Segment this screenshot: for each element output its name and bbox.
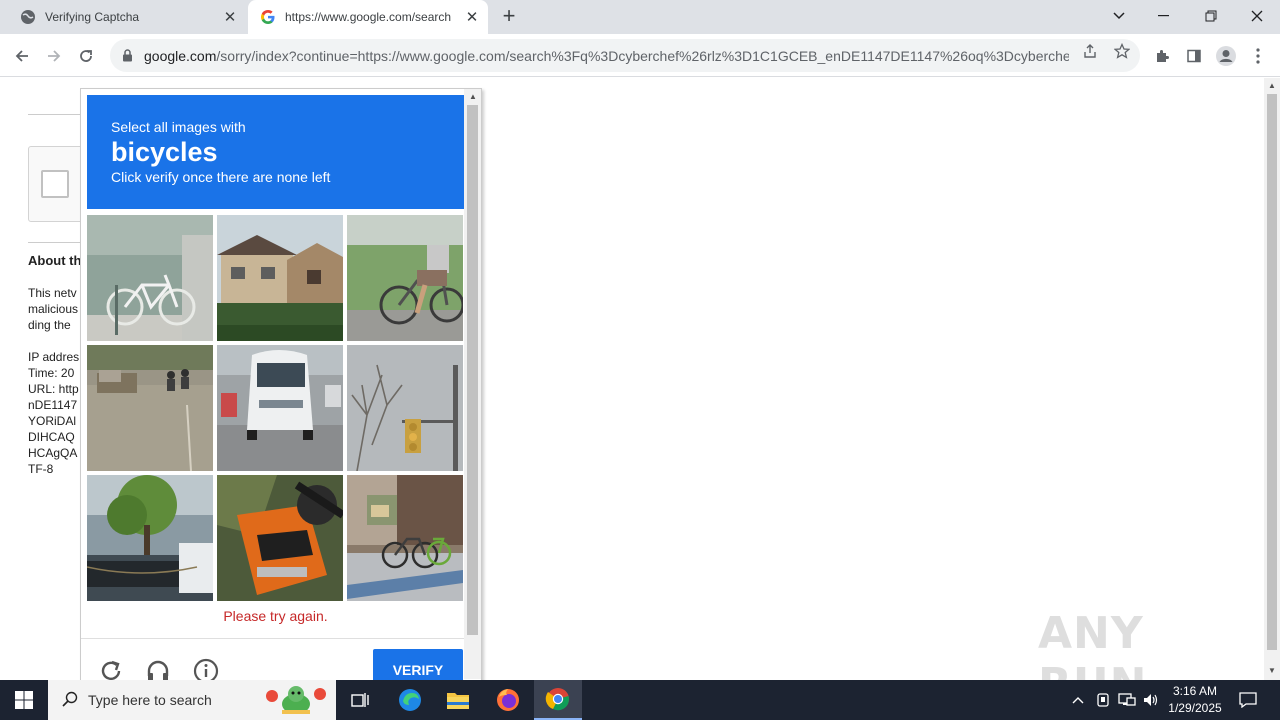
edge-icon[interactable] (386, 680, 434, 720)
clock-date: 1/29/2025 (1168, 701, 1222, 715)
file-explorer-icon[interactable] (434, 680, 482, 720)
info-text-line: Time: 20 (28, 366, 75, 380)
info-text-line: YORiDAl (28, 414, 77, 428)
instruction-subtext: Click verify once there are none left (111, 169, 331, 185)
bookmark-star-icon[interactable] (1113, 42, 1131, 60)
tab-strip: Verifying Captcha ✕ https://www.google.c… (0, 0, 1280, 34)
verify-button[interactable]: VERIFY (373, 649, 463, 680)
chrome-icon[interactable] (534, 680, 582, 720)
url-text: google.com/sorry/index?continue=https://… (144, 47, 1069, 64)
address-bar[interactable]: google.com/sorry/index?continue=https://… (110, 39, 1140, 72)
menu-kebab-icon[interactable] (1246, 44, 1270, 68)
globe-icon (20, 9, 36, 25)
divider (28, 114, 88, 115)
volume-icon[interactable] (1141, 690, 1161, 710)
recaptcha-checkbox[interactable] (41, 170, 69, 198)
screen: Verifying Captcha ✕ https://www.google.c… (0, 0, 1280, 720)
scroll-up-icon[interactable]: ▲ (469, 92, 477, 101)
taskbar-search-box[interactable]: Type here to search (48, 680, 336, 720)
info-text-line: DIHCAQ (28, 430, 75, 444)
minimize-icon[interactable] (1150, 4, 1178, 28)
challenge-header: Select all images with bicycles Click ve… (87, 95, 464, 209)
restore-icon[interactable] (1197, 4, 1225, 28)
instruction-text: Select all images with (111, 119, 246, 135)
tab-verifying-captcha[interactable]: Verifying Captcha ✕ (8, 0, 246, 34)
challenge-scrollbar[interactable]: ▲ (464, 89, 481, 679)
image-tile-houses[interactable] (217, 215, 343, 341)
lock-icon[interactable] (122, 49, 136, 62)
tab-title: https://www.google.com/search (285, 10, 452, 24)
task-view-icon[interactable] (336, 680, 384, 720)
close-icon[interactable]: ✕ (220, 7, 240, 27)
share-icon[interactable] (1081, 42, 1099, 60)
audio-headphones-icon[interactable] (144, 657, 172, 680)
image-tile-cyclist[interactable] (347, 215, 473, 341)
image-grid (87, 215, 464, 602)
windows-logo-icon (15, 691, 33, 709)
info-text-line: ding the (28, 318, 71, 332)
firefox-icon[interactable] (484, 680, 532, 720)
captcha-challenge: Select all images with bicycles Click ve… (80, 88, 482, 680)
scroll-thumb[interactable] (467, 105, 478, 635)
info-text-line: nDE1147 (28, 398, 78, 412)
reload-icon[interactable] (72, 42, 100, 70)
close-window-icon[interactable] (1243, 4, 1271, 28)
tab-title: Verifying Captcha (45, 10, 140, 24)
google-g-icon (260, 9, 276, 25)
image-tile-traffic-light[interactable] (347, 345, 473, 471)
info-text-line: URL: http (28, 382, 79, 396)
notifications-icon[interactable] (1238, 690, 1258, 710)
error-message: Please try again. (223, 608, 328, 624)
scroll-up-icon[interactable]: ▲ (1268, 81, 1276, 90)
page-content: About th This netv malicious ding the IP… (0, 78, 1264, 680)
tab-search-icon[interactable] (1105, 4, 1133, 28)
info-text-line: IP addres (28, 350, 80, 364)
tab-google-search[interactable]: https://www.google.com/search ✕ (248, 0, 488, 34)
about-heading: About th (28, 253, 82, 268)
refresh-icon[interactable] (97, 657, 125, 680)
search-icon (62, 691, 78, 710)
side-panel-icon[interactable] (1182, 44, 1206, 68)
watermark: ANY RUN (1038, 608, 1146, 680)
tray-chevron-up-icon[interactable] (1068, 690, 1088, 710)
divider (28, 242, 88, 243)
back-icon[interactable] (8, 42, 36, 70)
clock-time: 3:16 AM (1172, 684, 1218, 698)
image-tile-bike-rack[interactable] (87, 215, 213, 341)
taskbar: Type here to search 3:16 AM 1/29/2025 (0, 680, 1280, 720)
info-icon[interactable] (192, 657, 220, 680)
extensions-icon[interactable] (1150, 44, 1174, 68)
image-tile-boat-tree[interactable] (87, 475, 213, 601)
image-tile-minibus[interactable] (217, 345, 343, 471)
browser-toolbar: google.com/sorry/index?continue=https://… (0, 34, 1280, 77)
network-icon[interactable] (1117, 690, 1137, 710)
search-placeholder: Type here to search (88, 692, 212, 708)
info-text-line: This netv (28, 286, 77, 300)
system-clock[interactable]: 3:16 AM 1/29/2025 (1160, 683, 1230, 717)
page-scrollbar[interactable]: ▲ ▼ (1264, 78, 1280, 680)
profile-avatar-icon[interactable] (1214, 44, 1238, 68)
image-tile-parked-bikes[interactable] (347, 475, 473, 601)
scroll-thumb[interactable] (1267, 94, 1277, 650)
info-text-line: HCAgQA (28, 446, 78, 460)
start-button[interactable] (0, 680, 48, 720)
lunar-new-year-snake-icon (260, 684, 330, 719)
info-text-line: malicious (28, 302, 79, 316)
challenge-footer: VERIFY (81, 638, 481, 680)
tray-device-icon[interactable] (1093, 690, 1113, 710)
target-keyword: bicycles (111, 137, 218, 167)
forward-icon[interactable] (40, 42, 68, 70)
image-tile-machinery[interactable] (217, 475, 343, 601)
new-tab-button[interactable]: + (498, 5, 520, 28)
image-tile-street-scooters[interactable] (87, 345, 213, 471)
info-text-line: TF-8 (28, 462, 54, 476)
scroll-down-icon[interactable]: ▼ (1268, 666, 1276, 675)
close-icon[interactable]: ✕ (462, 7, 482, 27)
